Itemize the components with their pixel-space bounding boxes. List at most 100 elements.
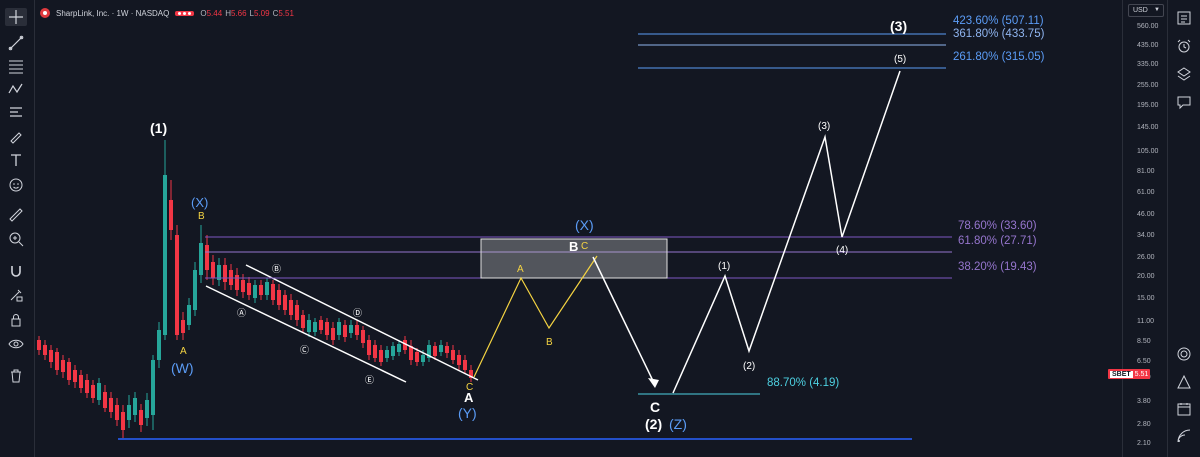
wave-label-sub5: (5) — [894, 54, 906, 65]
wave-label-W: (W) — [171, 360, 194, 376]
chart-canvas[interactable]: 423.60% (507.11) 361.80% (433.75) 261.80… — [34, 0, 1122, 457]
price-axis[interactable]: 560.00 435.00 335.00 255.00 195.00 145.00 105.… — [1122, 0, 1169, 457]
candle-body — [37, 340, 41, 350]
wave-label-1: (1) — [150, 120, 167, 136]
impulse-path-white[interactable] — [672, 70, 901, 394]
candle-body — [199, 243, 203, 275]
candle-body — [385, 350, 389, 358]
candle-body — [139, 410, 143, 425]
price-tick: 81.00 — [1137, 168, 1155, 175]
fib-retracement-tool-icon[interactable] — [5, 57, 27, 75]
broadcast-icon[interactable] — [1174, 426, 1194, 446]
price-tick: 435.00 — [1137, 42, 1159, 49]
emoji-tool-icon[interactable] — [5, 176, 27, 194]
price-tick: 26.00 — [1137, 254, 1155, 261]
candle-body — [361, 330, 365, 343]
wave-label-circ-C: Ⓒ — [300, 345, 309, 355]
fib-label-786: 78.60% (33.60) — [958, 220, 1037, 232]
text-tool-icon[interactable] — [5, 151, 27, 169]
candle-body — [331, 328, 335, 340]
symbol-header: SharpLink, Inc. · 1W · NASDAQ O5.44 H5.66… — [40, 6, 297, 20]
channel-lower-line[interactable] — [205, 285, 407, 383]
calendar-icon[interactable] — [1174, 399, 1194, 419]
magnet-icon[interactable] — [5, 262, 27, 280]
brush-tool-icon[interactable] — [5, 127, 27, 145]
candle-body — [91, 385, 95, 398]
layers-icon[interactable] — [1174, 64, 1194, 84]
chat-icon[interactable] — [1174, 92, 1194, 112]
target-icon[interactable] — [1174, 344, 1194, 364]
wave-label-B-white: B — [569, 239, 578, 254]
candle-body — [319, 320, 323, 330]
price-tick: 560.00 — [1137, 23, 1159, 30]
candle-body — [73, 370, 77, 382]
wave-label-circ-D: Ⓓ — [353, 308, 362, 318]
trash-icon[interactable] — [5, 367, 27, 385]
fib-label-4236: 423.60% (507.11) — [953, 15, 1044, 27]
candle-body — [85, 380, 89, 393]
candle-body — [289, 300, 293, 315]
price-tick: 145.00 — [1137, 124, 1159, 131]
drawing-toolbar — [0, 0, 35, 457]
candle-body — [145, 400, 149, 418]
wave-label-sub2: (2) — [743, 361, 755, 372]
trend-line-tool-icon[interactable] — [5, 34, 27, 52]
low-value: 5.09 — [254, 8, 270, 18]
ruler-tool-icon[interactable] — [5, 206, 27, 224]
fib-label-3618: 361.80% (433.75) — [953, 28, 1045, 40]
close-value: 5.51 — [278, 8, 294, 18]
candle-body — [295, 305, 299, 320]
candle-body — [463, 360, 467, 370]
candle-body — [205, 245, 209, 270]
candle-body — [61, 360, 65, 372]
candle-body — [277, 290, 281, 305]
candle-body — [109, 398, 113, 412]
wave-label-Z: (Z) — [669, 416, 687, 432]
price-tick: 8.50 — [1137, 338, 1151, 345]
symbol-title[interactable]: SharpLink, Inc. · 1W · NASDAQ — [56, 9, 169, 18]
wave-label-A-yellow: A — [517, 264, 524, 275]
lock-icon[interactable] — [5, 311, 27, 329]
market-status-icon[interactable] — [175, 10, 195, 16]
candle-body — [325, 322, 329, 335]
candle-body — [337, 322, 341, 335]
wave-label-2: (2) — [645, 416, 662, 432]
zoom-in-icon[interactable] — [5, 230, 27, 248]
wave-label-X-top: (X) — [191, 195, 208, 210]
wave-label-sub3: (3) — [818, 121, 830, 132]
candle-body — [241, 280, 245, 292]
alarm-clock-icon[interactable] — [1174, 36, 1194, 56]
price-tick: 195.00 — [1137, 102, 1159, 109]
wave-label-sub4: (4) — [836, 245, 848, 256]
last-price-badge: SBET 5.51 — [1108, 369, 1151, 379]
candle-body — [115, 405, 119, 420]
price-tick: 15.00 — [1137, 295, 1155, 302]
candle-body — [271, 284, 275, 300]
eye-icon[interactable] — [5, 335, 27, 353]
candle-body — [79, 375, 83, 388]
wave-label-3: (3) — [890, 18, 907, 34]
right-toolbar — [1167, 0, 1200, 457]
wave-label-circ-A: Ⓐ — [237, 308, 246, 318]
candle-body — [451, 350, 455, 360]
fib-label-618: 61.80% (27.71) — [958, 235, 1037, 247]
triangle-icon[interactable] — [1174, 372, 1194, 392]
candle-body — [415, 352, 419, 362]
currency-select[interactable]: USD ▼ — [1128, 4, 1164, 17]
wave-label-C-bottom: C — [650, 399, 660, 415]
forecasting-tool-icon[interactable] — [5, 103, 27, 121]
candle-body — [223, 265, 227, 282]
fib-label-382: 38.20% (19.43) — [958, 261, 1037, 273]
watchlist-icon[interactable] — [1174, 8, 1194, 28]
wave-label-X-mid: (X) — [575, 217, 594, 233]
candle-body — [181, 320, 185, 333]
price-tick: 2.80 — [1137, 421, 1151, 428]
candle-body — [247, 283, 251, 295]
candle-body — [283, 295, 287, 310]
wave-label-A-small: A — [180, 346, 187, 357]
wave-label-Y: (Y) — [458, 405, 477, 421]
candle-body — [373, 345, 377, 358]
pattern-tool-icon[interactable] — [5, 80, 27, 98]
crosshair-tool-icon[interactable] — [5, 8, 27, 26]
stay-in-drawing-mode-icon[interactable] — [5, 286, 27, 304]
